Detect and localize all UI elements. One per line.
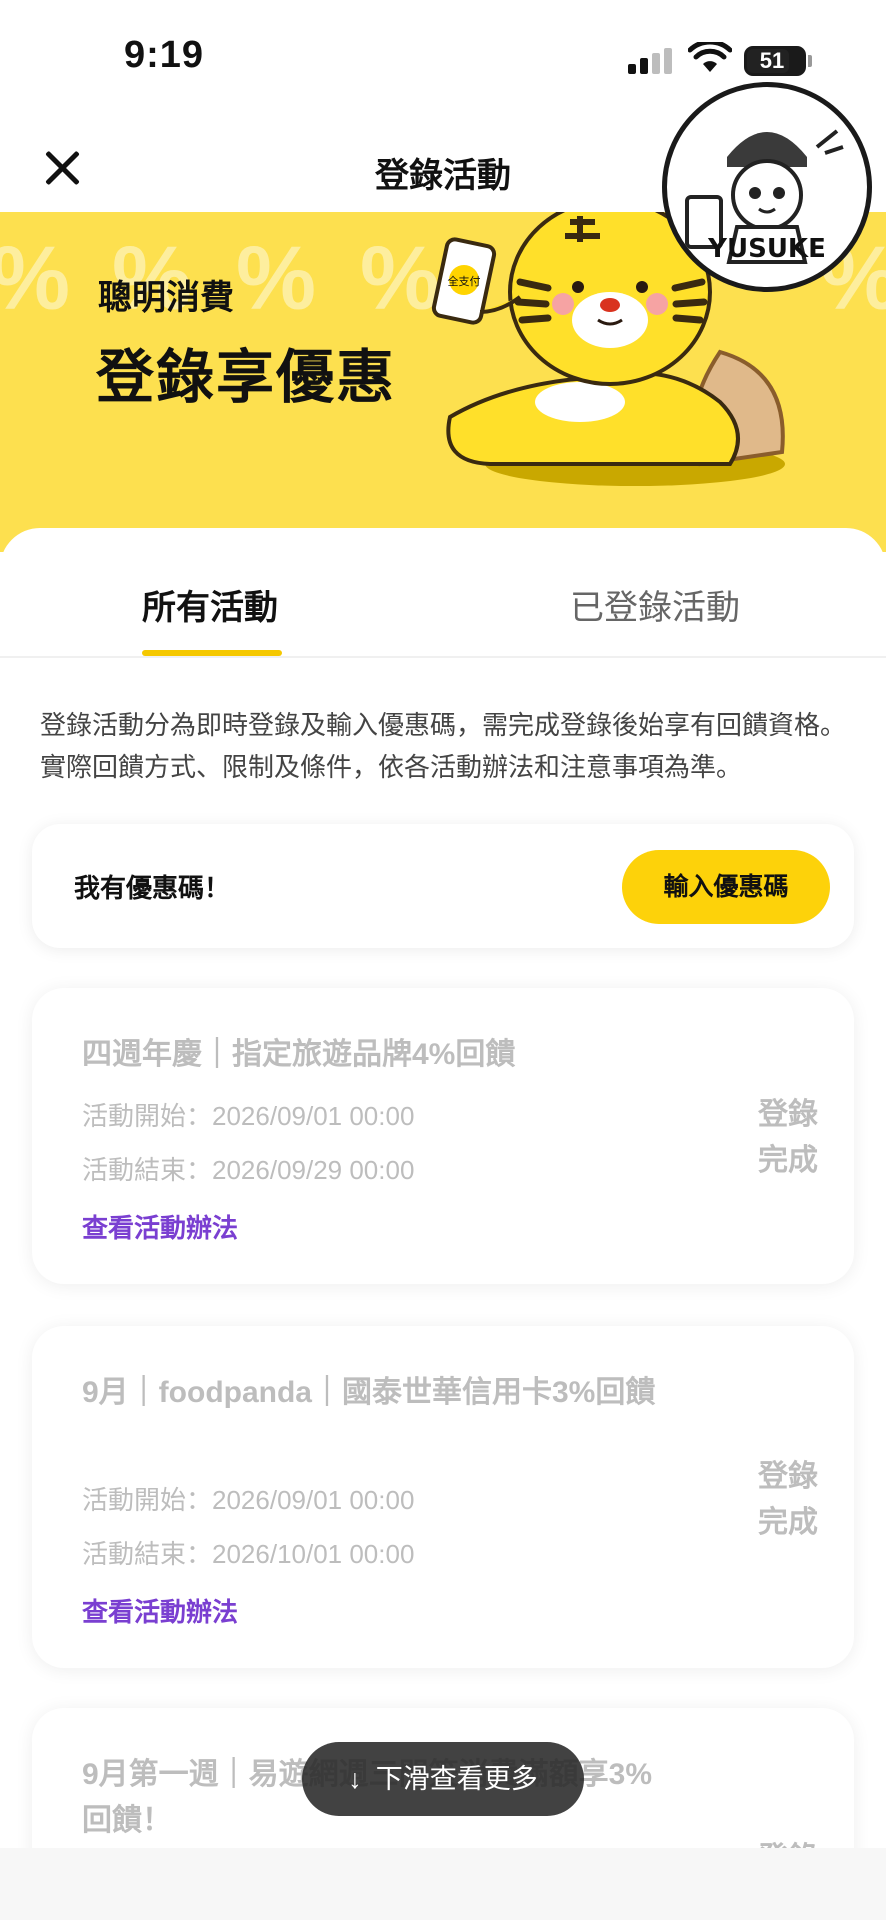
event-end: 活動結束：2026/10/01 00:00 [82, 1539, 415, 1569]
promo-code-label: 我有優惠碼！ [74, 873, 231, 903]
cellular-signal-icon [628, 48, 676, 74]
view-rules-link[interactable]: 查看活動辦法 [82, 1208, 238, 1245]
bottom-area [0, 1848, 886, 1920]
phone-screen-label: 全支付 [448, 274, 481, 288]
event-title: 9月｜foodpanda｜國泰世華信用卡3%回饋 [82, 1376, 656, 1409]
enter-promo-code-button[interactable]: 輸入優惠碼 [622, 850, 830, 924]
tab-all-events[interactable]: 所有活動 [142, 580, 278, 629]
event-start: 活動開始：2026/09/01 00:00 [82, 1485, 415, 1515]
event-status: 登錄完成 [758, 1098, 818, 1177]
wifi-icon [688, 42, 732, 72]
scroll-hint-label: 下滑查看更多 [375, 1764, 538, 1794]
event-card[interactable]: 9月｜foodpanda｜國泰世華信用卡3%回饋 活動開始：2026/09/01… [32, 1326, 854, 1668]
stamp-text: YUSUKE [707, 234, 826, 264]
status-time: 9:19 [124, 34, 205, 76]
scroll-more-hint[interactable]: ↓ 下滑查看更多 [302, 1742, 584, 1816]
hero-pattern-glyph: % [0, 228, 70, 331]
hero-pattern-glyph: % [236, 229, 317, 329]
yusuke-stamp-logo: YUSUKE [662, 82, 872, 292]
event-status: 登錄完成 [758, 1460, 818, 1539]
hero-headline: 登錄享優惠 [96, 345, 397, 410]
intro-text: 登錄活動分為即時登錄及輸入優惠碼，需完成登錄後始享有回饋資格。實際回饋方式、限制… [40, 710, 847, 782]
event-start: 活動開始：2026/09/01 00:00 [82, 1101, 415, 1131]
battery-cap [808, 55, 812, 67]
view-rules-link[interactable]: 查看活動辦法 [82, 1592, 238, 1629]
tab-bar: 所有活動 已登錄活動 [0, 528, 886, 658]
battery-level: 51 [759, 48, 785, 73]
battery-icon: 51 [744, 46, 806, 76]
hero-subtitle: 聰明消費 [98, 279, 234, 317]
hero-pattern-glyph: % [360, 229, 441, 329]
event-end: 活動結束：2026/09/29 00:00 [82, 1155, 415, 1185]
active-tab-indicator [142, 650, 282, 656]
event-title: 四週年慶｜指定旅遊品牌4%回饋 [82, 1038, 516, 1071]
promo-code-card: 我有優惠碼！ 輸入優惠碼 [32, 824, 854, 948]
tab-registered-events[interactable]: 已登錄活動 [570, 580, 740, 629]
arrow-down-icon: ↓ [348, 1764, 362, 1794]
event-card[interactable]: 四週年慶｜指定旅遊品牌4%回饋 活動開始：2026/09/01 00:00 活動… [32, 988, 854, 1284]
